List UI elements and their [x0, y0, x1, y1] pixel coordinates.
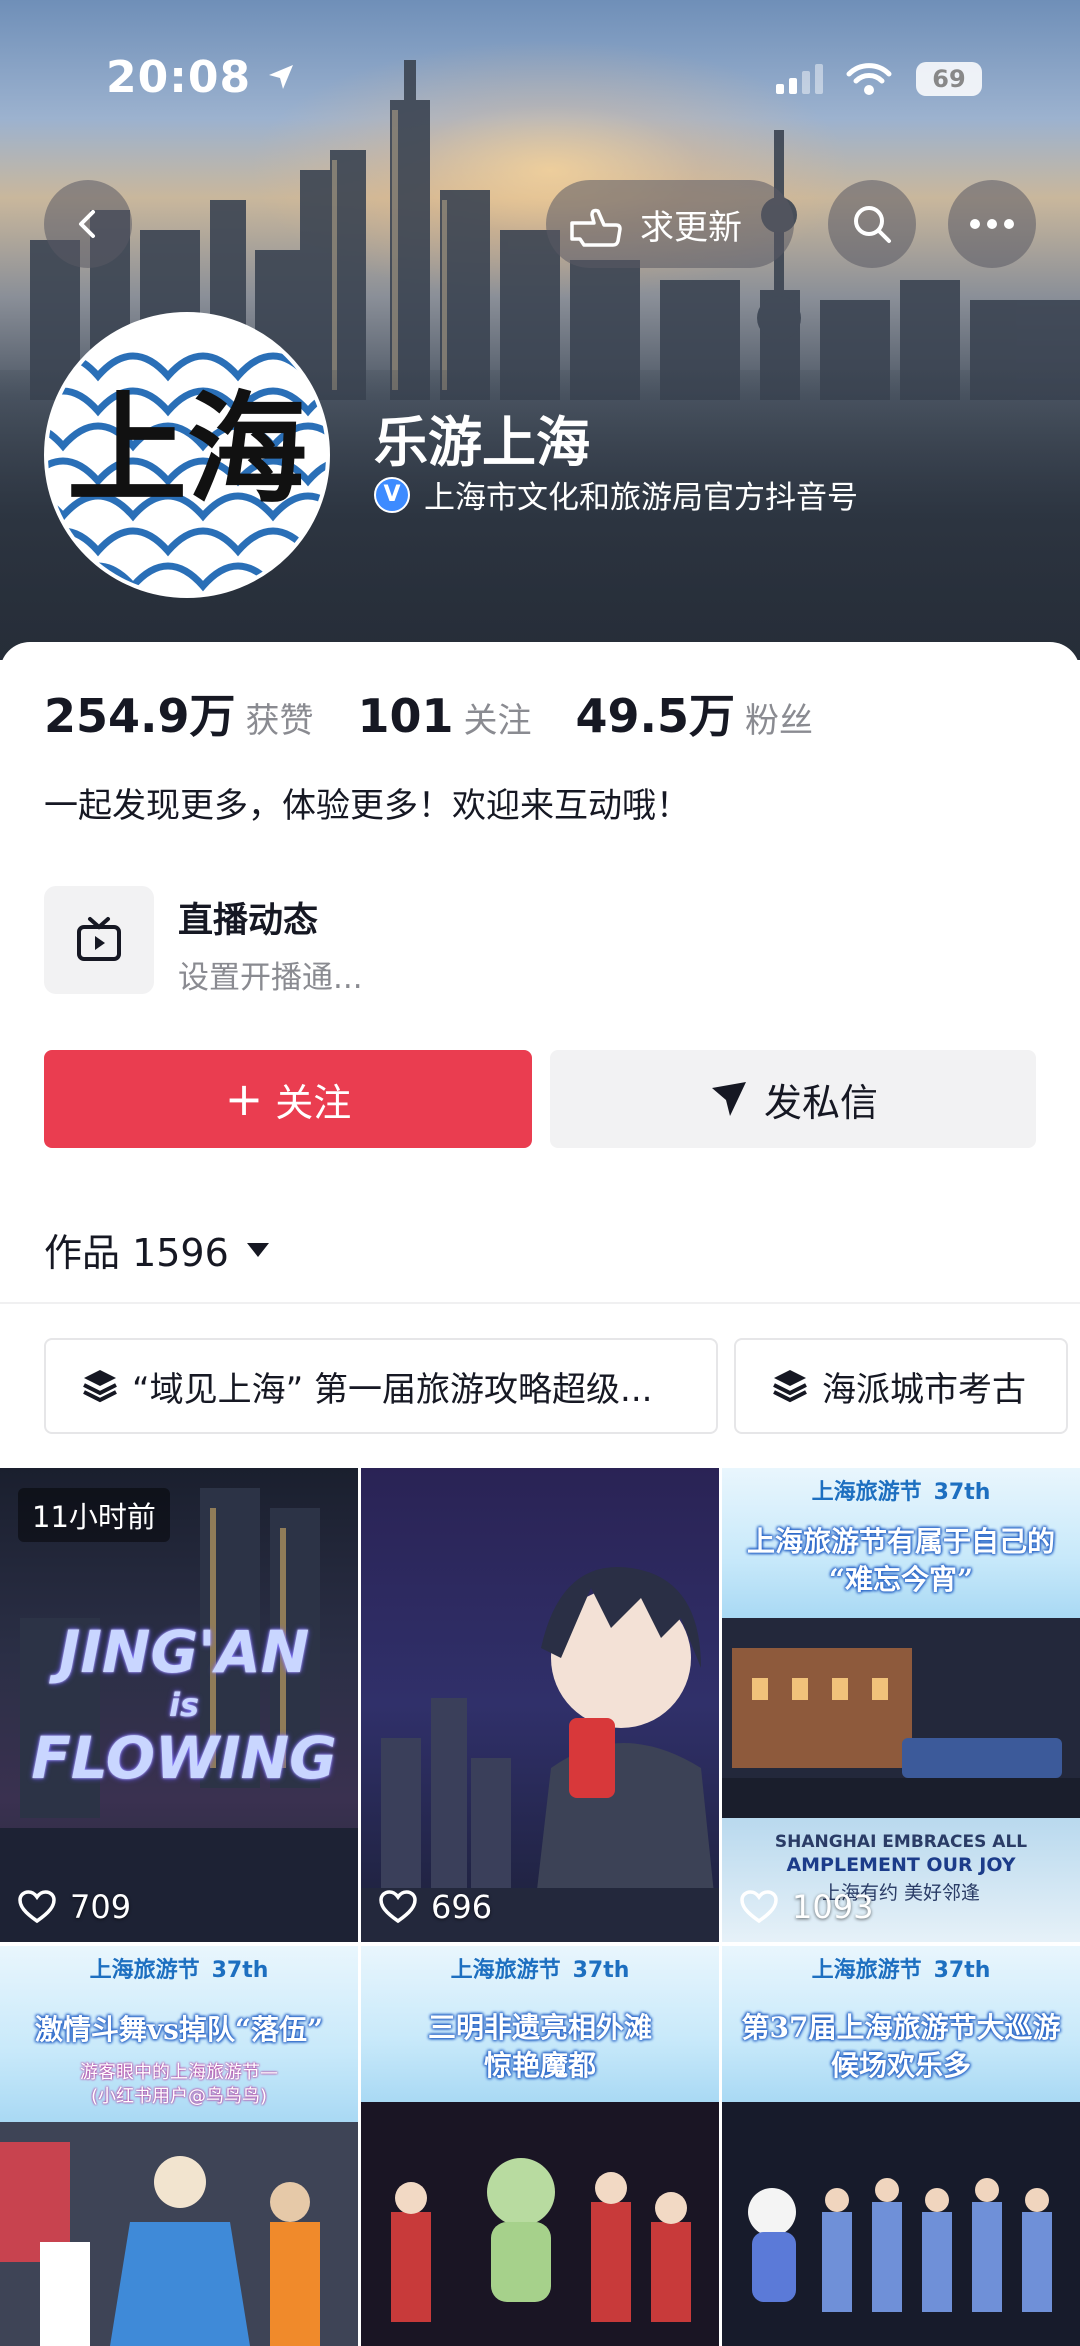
like-count: 696 [379, 1888, 492, 1926]
video-thumbnail[interactable]: 上海旅游节 37th 激情斗舞vs掉队“落伍” 游客眼中的上海旅游节— (小红书用… [0, 1946, 358, 2346]
live-updates-subtitle[interactable]: 设置开播通... [178, 952, 363, 997]
tv-icon [77, 917, 121, 961]
layers-icon [83, 1370, 117, 1403]
search-icon [854, 206, 891, 243]
festival-banner: 上海旅游节 37th 第37届上海旅游节大巡游 候场欢乐多 [722, 1946, 1080, 2102]
like-count: 1093 [740, 1888, 873, 1926]
live-updates-button[interactable] [44, 886, 154, 994]
request-update-label: 求更新 [640, 207, 742, 248]
back-button[interactable] [44, 180, 132, 268]
plus-icon: + [224, 1072, 264, 1126]
heart-icon [18, 1890, 56, 1924]
time-badge: 11小时前 [18, 1488, 170, 1542]
heart-icon [740, 1890, 778, 1924]
cellular-signal-icon [776, 64, 823, 94]
more-dots-icon [970, 219, 1014, 229]
likes-count[interactable]: 254.9万 [44, 680, 236, 746]
follow-button[interactable]: + 关注 [44, 1050, 532, 1148]
anime-character-image [361, 1567, 719, 1942]
collection-chip-2[interactable]: 海派城市考古 [734, 1338, 1068, 1434]
message-button[interactable]: 发私信 [550, 1050, 1036, 1148]
wifi-icon [846, 63, 892, 95]
follow-label: 关注 [275, 1080, 352, 1125]
chevron-left-icon [79, 210, 95, 238]
message-label: 发私信 [763, 1080, 878, 1125]
request-update-button[interactable]: 求更新 [546, 180, 794, 268]
night-street-image [722, 1618, 1080, 1818]
works-tab[interactable]: 作品 1596 [44, 1222, 269, 1277]
status-bar: 20:08 69 [0, 52, 1080, 112]
festival-logo-text: 上海旅游节 37th [811, 1480, 991, 1505]
dropdown-triangle-icon [246, 1242, 269, 1257]
wave-pattern-logo: 上海 [48, 316, 326, 594]
video-title-overlay: JING'AN is FLOWING [31, 1618, 337, 1792]
video-thumbnail[interactable]: JING'AN is FLOWING 11小时前 709 [0, 1468, 358, 1942]
collection-chip-1-label: “域见上海” 第一届旅游攻略超级... [132, 1369, 653, 1410]
divider [0, 1302, 1080, 1304]
avatar[interactable]: 上海 [44, 312, 330, 598]
following-label: 关注 [463, 701, 532, 741]
likes-label: 获赞 [245, 701, 314, 741]
followers-label: 粉丝 [745, 701, 814, 741]
search-button[interactable] [828, 180, 916, 268]
video-thumbnail[interactable]: 上海旅游节 37th 第37届上海旅游节大巡游 候场欢乐多 [722, 1946, 1080, 2346]
video-thumbnail[interactable]: 696 [361, 1468, 719, 1942]
street-dance-image [0, 2122, 358, 2346]
status-time: 20:08 [106, 52, 252, 103]
pointing-hand-icon [570, 208, 622, 247]
avatar-calligraphy: 上海 [67, 379, 307, 520]
collection-chip-2-label: 海派城市考古 [822, 1369, 1026, 1410]
layers-icon [773, 1370, 807, 1403]
verified-badge-icon: V [374, 476, 410, 513]
opera-performance-image [361, 2102, 719, 2346]
live-updates-title[interactable]: 直播动态 [178, 892, 318, 943]
video-thumbnail[interactable]: 上海旅游节 37th 上海旅游节有属于自己的 “难忘今宵” SHANGHAI EM… [722, 1468, 1080, 1942]
profile-bio: 一起发现更多，体验更多！欢迎来互动哦！ [44, 786, 690, 826]
verification-text: 上海市文化和旅游局官方抖音号 [424, 480, 858, 516]
video-thumbnail[interactable]: 上海旅游节 37th 三明非遗亮相外滩 惊艳魔都 [361, 1946, 719, 2346]
more-button[interactable] [948, 180, 1036, 268]
festival-banner: 上海旅游节 37th 激情斗舞vs掉队“落伍” 游客眼中的上海旅游节— (小红书用… [0, 1946, 358, 2122]
following-count[interactable]: 101 [358, 689, 454, 743]
like-count: 709 [18, 1888, 131, 1926]
verification-line: V 上海市文化和旅游局官方抖音号 [374, 472, 858, 517]
profile-name: 乐游上海 [374, 411, 590, 474]
followers-count[interactable]: 49.5万 [576, 680, 736, 746]
heart-icon [379, 1890, 417, 1924]
works-label: 作品 1596 [44, 1231, 229, 1275]
collection-chip-1[interactable]: “域见上海” 第一届旅游攻略超级... [44, 1338, 718, 1434]
battery-indicator: 69 [916, 62, 982, 96]
parade-image [722, 2102, 1080, 2346]
location-arrow-icon [269, 65, 293, 89]
profile-stats: 254.9万 获赞 101 关注 49.5万 粉丝 [44, 680, 857, 746]
send-arrow-icon [711, 1082, 746, 1116]
festival-banner: 上海旅游节 37th 上海旅游节有属于自己的 “难忘今宵” [722, 1468, 1080, 1618]
festival-banner: 上海旅游节 37th 三明非遗亮相外滩 惊艳魔都 [361, 1946, 719, 2102]
